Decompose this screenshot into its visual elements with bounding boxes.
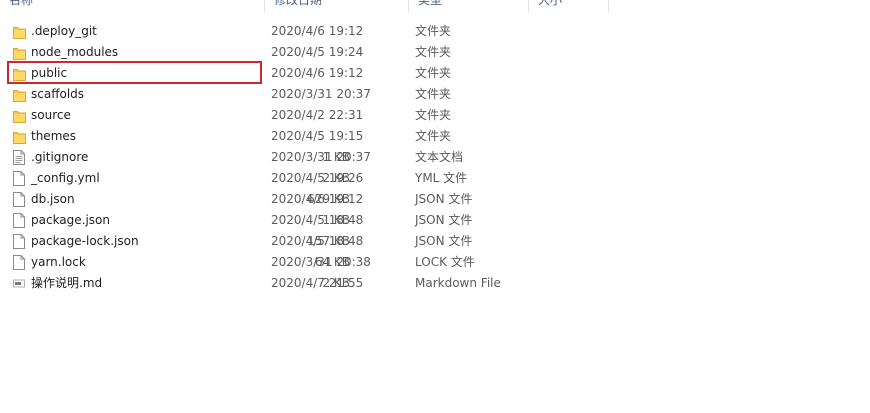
file-icon <box>13 192 25 207</box>
folder-icon <box>13 45 26 60</box>
file-modified-date: 2020/3/31 20:37 <box>271 150 371 164</box>
folder-icon <box>13 24 26 39</box>
file-name: db.json <box>31 192 75 206</box>
folder-icon <box>13 66 26 81</box>
column-header-size[interactable]: 大小 <box>529 0 609 13</box>
file-name: public <box>31 66 68 80</box>
file-name: .gitignore <box>31 150 89 164</box>
file-name: 操作说明.md <box>31 276 103 290</box>
file-name: themes <box>31 129 77 143</box>
file-row[interactable]: package.json 2020/4/5 18:48 JSON 文件 1 KB <box>0 210 620 231</box>
file-row[interactable]: db.json 2020/4/6 19:12 JSON 文件 629 KB <box>0 189 620 210</box>
file-modified-date: 2020/3/31 20:37 <box>271 87 371 101</box>
file-name: scaffolds <box>31 87 85 101</box>
file-row[interactable]: themes 2020/4/5 19:15 文件夹 <box>0 126 620 147</box>
file-size: 2 KB <box>322 276 350 290</box>
file-icon <box>13 171 25 186</box>
file-type: YML 文件 <box>415 171 468 185</box>
file-size: 2 KB <box>322 171 350 185</box>
file-type: 文件夹 <box>415 87 452 101</box>
file-row[interactable]: node_modules 2020/4/5 19:24 文件夹 <box>0 42 620 63</box>
file-name: yarn.lock <box>31 255 86 269</box>
folder-icon <box>13 108 26 123</box>
file-name: node_modules <box>31 45 119 59</box>
column-header: 名称 修改日期 类型 大小 <box>0 0 870 14</box>
file-name: .deploy_git <box>31 24 97 38</box>
file-type: Markdown File <box>415 276 501 290</box>
file-modified-date: 2020/4/6 19:12 <box>271 66 364 80</box>
text-file-icon <box>13 150 25 165</box>
folder-icon <box>13 87 26 102</box>
file-icon <box>13 255 25 270</box>
file-type: 文件夹 <box>415 45 452 59</box>
file-type: 文件夹 <box>415 66 452 80</box>
file-type: 文本文档 <box>415 150 464 164</box>
column-header-name[interactable]: 名称 <box>0 0 265 13</box>
file-name: package-lock.json <box>31 234 139 248</box>
file-size: 64 KB <box>314 255 350 269</box>
file-row[interactable]: yarn.lock 2020/3/31 20:38 LOCK 文件 64 KB <box>0 252 620 273</box>
file-name: _config.yml <box>31 171 100 185</box>
file-row[interactable]: .deploy_git 2020/4/6 19:12 文件夹 <box>0 21 620 42</box>
file-row[interactable]: source 2020/4/2 22:31 文件夹 <box>0 105 620 126</box>
file-type: 文件夹 <box>415 108 452 122</box>
file-modified-date: 2020/4/5 19:24 <box>271 45 364 59</box>
file-type: LOCK 文件 <box>415 255 475 269</box>
file-row[interactable]: public 2020/4/6 19:12 文件夹 <box>0 63 620 84</box>
file-name: package.json <box>31 213 111 227</box>
column-header-type[interactable]: 类型 <box>409 0 529 13</box>
folder-icon <box>13 129 26 144</box>
file-row[interactable]: 操作说明.md 2020/4/7 21:55 Markdown File 2 KB <box>0 273 620 294</box>
file-type: 文件夹 <box>415 24 452 38</box>
file-size: 629 KB <box>307 192 350 206</box>
file-row[interactable]: package-lock.json 2020/4/5 18:48 JSON 文件 15… <box>0 231 620 252</box>
file-icon <box>13 213 25 228</box>
file-type: 文件夹 <box>415 129 452 143</box>
markdown-file-icon <box>13 276 25 291</box>
file-size: 1 KB <box>322 150 350 164</box>
file-modified-date: 2020/4/2 22:31 <box>271 108 364 122</box>
file-row[interactable]: _config.yml 2020/4/5 19:26 YML 文件 2 KB <box>0 168 620 189</box>
file-type: JSON 文件 <box>415 213 473 227</box>
file-icon <box>13 234 25 249</box>
file-size: 157 KB <box>307 234 350 248</box>
file-modified-date: 2020/4/5 19:15 <box>271 129 364 143</box>
file-type: JSON 文件 <box>415 234 473 248</box>
file-row[interactable]: .gitignore 2020/3/31 20:37 文本文档 1 KB <box>0 147 620 168</box>
file-row[interactable]: scaffolds 2020/3/31 20:37 文件夹 <box>0 84 620 105</box>
file-modified-date: 2020/4/6 19:12 <box>271 24 364 38</box>
column-header-date[interactable]: 修改日期 <box>265 0 409 13</box>
file-size: 1 KB <box>322 213 350 227</box>
file-type: JSON 文件 <box>415 192 473 206</box>
file-name: source <box>31 108 71 122</box>
